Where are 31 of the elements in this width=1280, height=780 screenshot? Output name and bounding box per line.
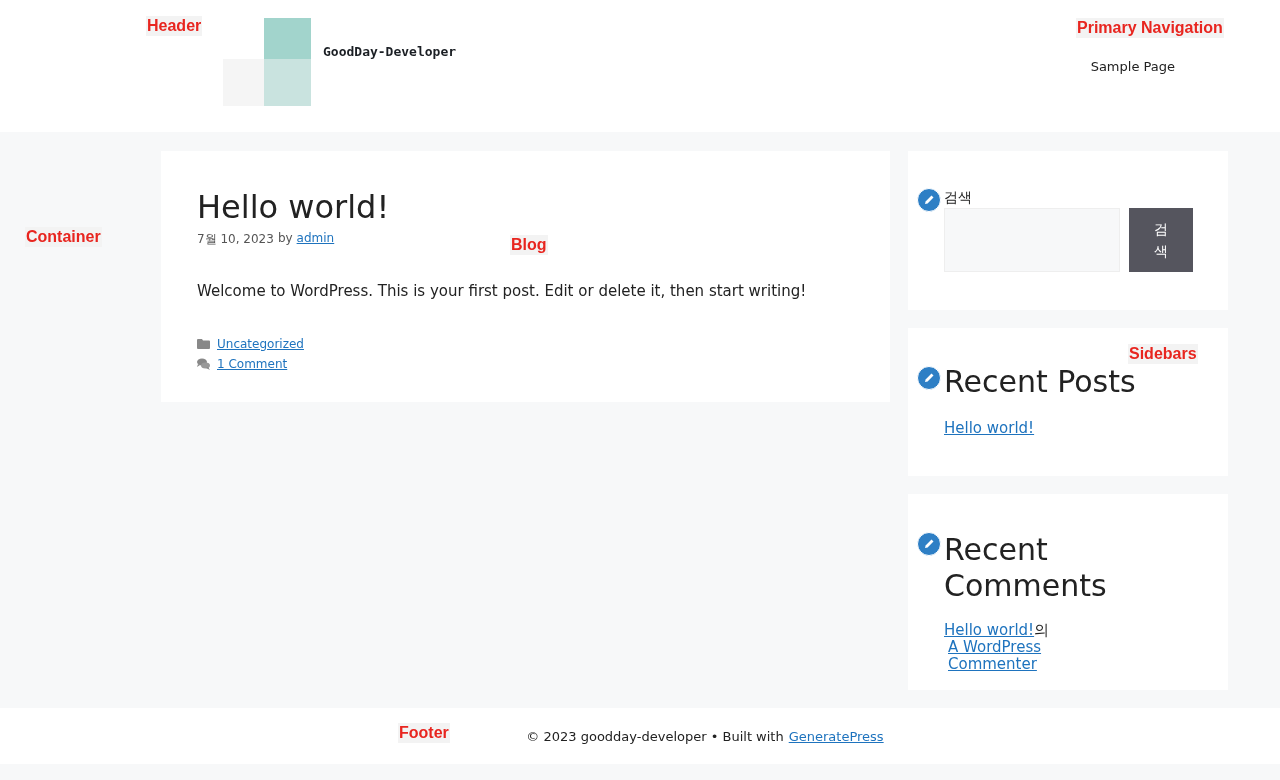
post-title: Hello world! bbox=[197, 187, 391, 227]
annotation-label: Footer bbox=[398, 723, 450, 743]
folder-icon bbox=[197, 339, 210, 349]
comment-post-link[interactable]: Hello world! bbox=[944, 621, 1035, 639]
annotation-label: Container bbox=[25, 227, 102, 247]
annotation-label: Header bbox=[146, 16, 203, 36]
edit-icon[interactable] bbox=[917, 532, 941, 556]
annotation-label: Sidebars bbox=[1128, 344, 1198, 364]
logo-icon bbox=[223, 18, 311, 106]
site-title[interactable]: GoodDay-Developer bbox=[323, 44, 457, 59]
widget-title: Recent Posts bbox=[944, 364, 1137, 400]
comment-author-link[interactable]: A WordPress Commenter bbox=[948, 639, 1078, 673]
edit-icon[interactable] bbox=[917, 366, 941, 390]
category-link[interactable]: Uncategorized bbox=[217, 337, 304, 351]
search-button[interactable]: 검색 bbox=[1129, 208, 1193, 272]
author-link[interactable]: admin bbox=[296, 231, 335, 248]
recent-post-link[interactable]: Hello world! bbox=[944, 419, 1035, 437]
post-body: Welcome to WordPress. This is your first post. Edit or delete it, then start writing! bbox=[197, 282, 808, 300]
copyright-text: © 2023 goodday-developer • Built with bbox=[526, 728, 784, 744]
annotation-label: Primary Navigation bbox=[1076, 18, 1224, 38]
search-label: 검색 bbox=[944, 189, 972, 205]
edit-icon[interactable] bbox=[917, 188, 941, 212]
theme-link[interactable]: GeneratePress bbox=[788, 728, 884, 744]
comments-icon bbox=[197, 358, 210, 370]
post-date: 7월 10, 2023 bbox=[197, 231, 274, 248]
annotation-label: Blog bbox=[510, 235, 548, 255]
byline-text: by bbox=[277, 231, 293, 247]
comment-particle: 의 bbox=[1034, 621, 1050, 639]
comments-link[interactable]: 1 Comment bbox=[217, 357, 288, 371]
nav-link[interactable]: Sample Page bbox=[1090, 59, 1175, 74]
widget-title: Recent Comments bbox=[944, 532, 1108, 604]
